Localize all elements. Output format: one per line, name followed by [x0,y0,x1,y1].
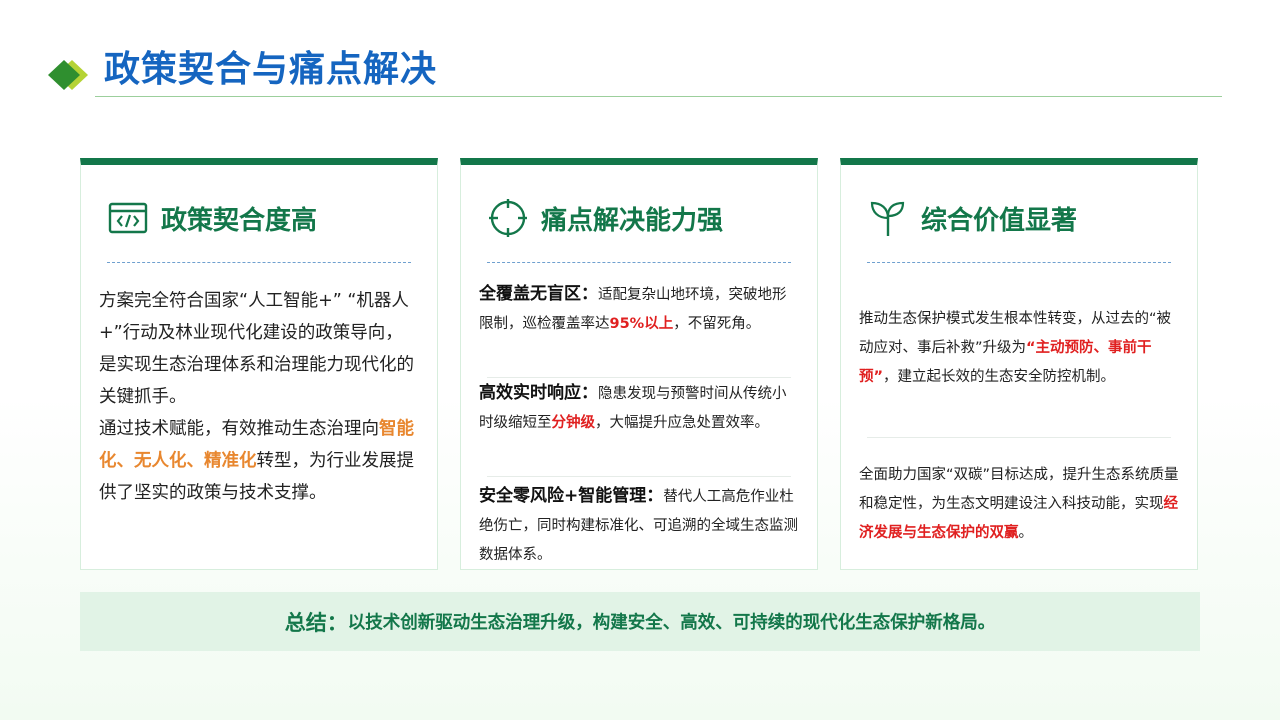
highlight-text: 分钟级 [551,415,596,431]
card-pain-points: 痛点解决能力强 全覆盖无盲区：适配复杂山地环境，突破地形限制，巡检覆盖率达95%… [460,158,818,570]
body-paragraph: 方案完全符合国家“人工智能+” “机器人+”行动及林业现代化建设的政策导向，是实… [99,291,414,407]
crosshair-icon [487,197,529,239]
item-key: 高效实时响应： [479,383,598,403]
list-item: 高效实时响应：隐患发现与预警时间从传统小时级缩短至分钟级，大幅提升应急处置效率。 [479,379,799,438]
card-header: 综合价值显著 [867,197,1077,239]
list-item: 安全零风险+智能管理：替代人工高危作业杜绝伤亡，同时构建标准化、可追溯的全域生态… [479,482,799,570]
body-paragraph: 通过技术赋能，有效推动生态治理向智能化、无人化、精准化转型，为行业发展提供了坚实… [99,413,417,509]
text-run: ，大幅提升应急处置效率。 [595,415,769,431]
text-run: ，不留死角。 [673,316,761,332]
card-policy-fit: 政策契合度高 方案完全符合国家“人工智能+” “机器人+”行动及林业现代化建设的… [80,158,438,570]
diamond-logo-icon [48,60,88,90]
page-title: 政策契合与痛点解决 [104,49,438,90]
item-divider [487,377,791,378]
summary-label: 总结： [284,610,348,635]
list-item: 全覆盖无盲区：适配复杂山地环境，突破地形限制，巡检覆盖率达95%以上，不留死角。 [479,280,799,339]
summary-banner: 总结： 以技术创新驱动生态治理升级，构建安全、高效、可持续的现代化生态保护新格局。 [80,592,1200,651]
text-run: 通过技术赋能，有效推动生态治理向 [99,419,379,439]
code-window-icon [107,197,149,239]
summary-text: 以技术创新驱动生态治理升级，构建安全、高效、可持续的现代化生态保护新格局。 [347,613,996,633]
card-header: 痛点解决能力强 [487,197,723,239]
body-paragraph: 全面助力国家“双碳”目标达成，提升生态系统质量和稳定性，为生态文明建设注入科技动… [859,461,1185,548]
item-key: 安全零风险+智能管理： [479,486,664,506]
sprout-icon [867,197,909,239]
card-title: 痛点解决能力强 [541,205,724,236]
dashed-divider [107,262,411,263]
highlight-text: 95%以上 [609,316,674,332]
body-paragraph: 推动生态保护模式发生根本性转变，从过去的“被动应对、事后补救”升级为“主动预防、… [859,305,1185,392]
card-header: 政策契合度高 [107,197,317,239]
item-divider [867,437,1171,438]
text-run: 。 [1018,525,1034,541]
dashed-divider [867,262,1171,263]
card-value: 综合价值显著 推动生态保护模式发生根本性转变，从过去的“被动应对、事后补救”升级… [840,158,1198,570]
item-divider [487,476,791,477]
card-title: 政策契合度高 [161,205,318,236]
card-body: 方案完全符合国家“人工智能+” “机器人+”行动及林业现代化建设的政策导向，是实… [99,285,417,509]
item-key: 全覆盖无盲区： [479,284,598,304]
title-divider [95,96,1222,97]
card-title: 综合价值显著 [921,205,1078,236]
text-run: 全面助力国家“双碳”目标达成，提升生态系统质量和稳定性，为生态文明建设注入科技动… [859,467,1179,512]
text-run: ，建立起长效的生态安全防控机制。 [883,369,1116,385]
dashed-divider [487,262,791,263]
